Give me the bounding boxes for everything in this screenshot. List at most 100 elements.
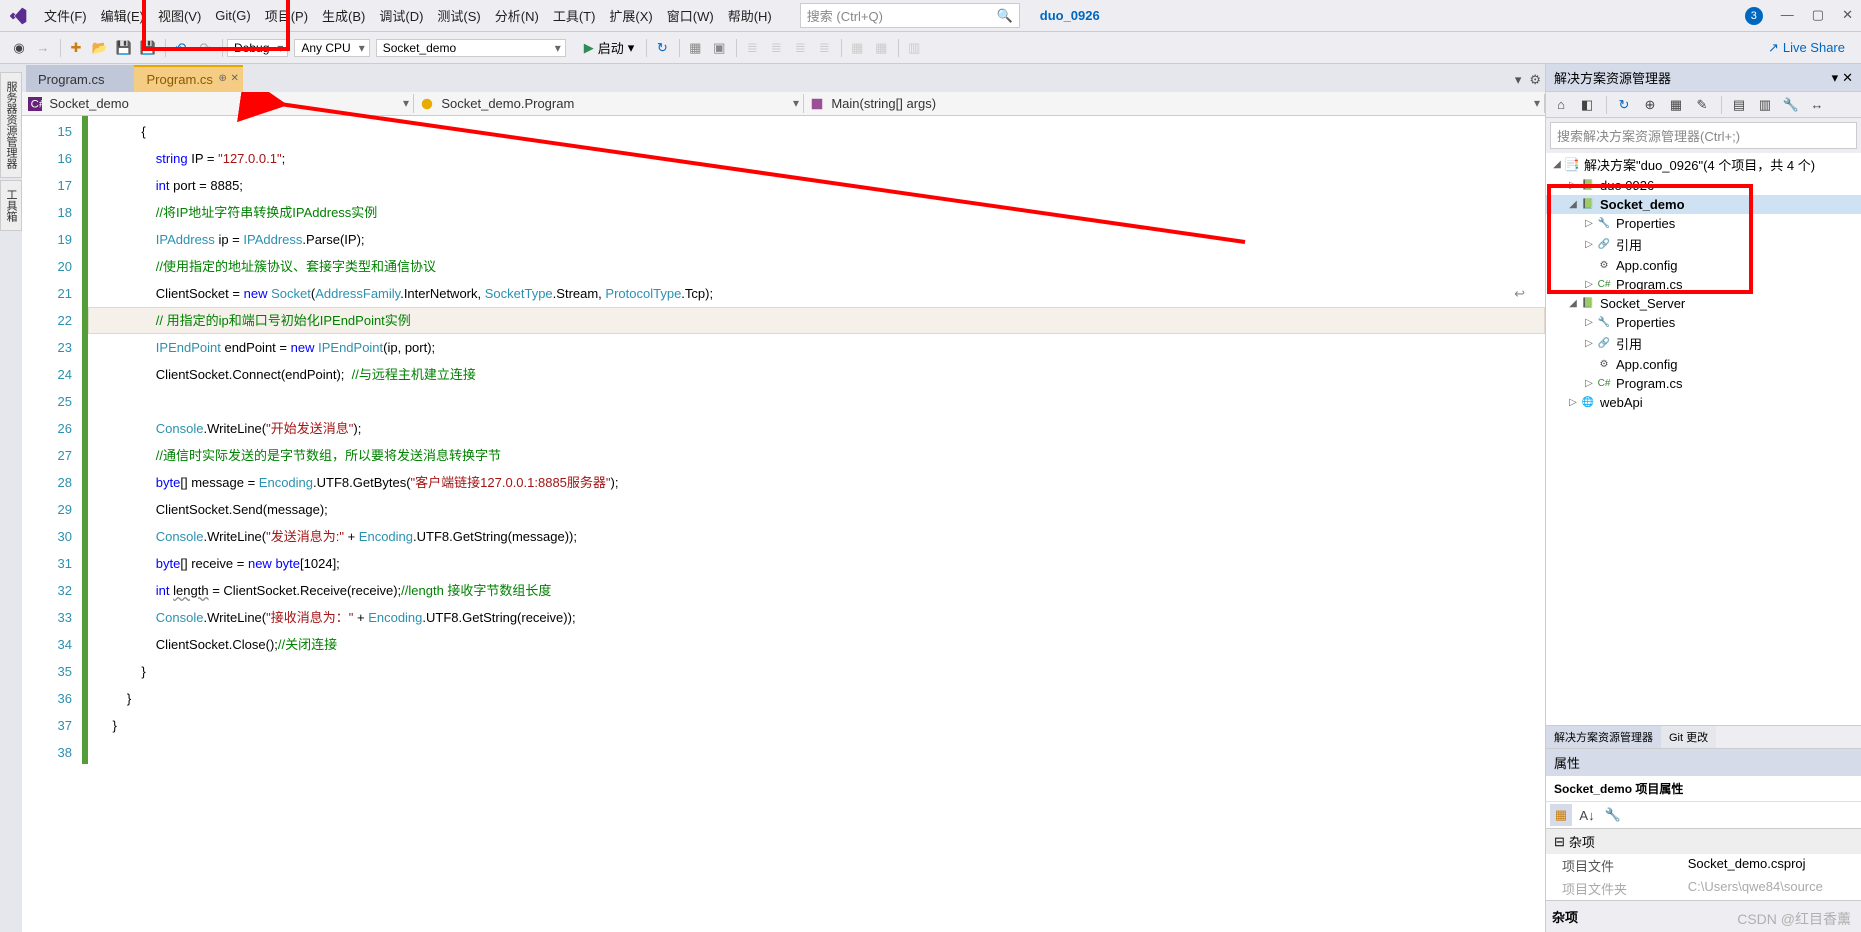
config-combo[interactable]: Debug: [227, 39, 288, 57]
tree-item[interactable]: ▷C#Program.cs: [1546, 275, 1861, 294]
tabs-settings-button[interactable]: ⚙: [1525, 68, 1545, 92]
menu-project[interactable]: 项目(P): [259, 4, 314, 27]
expand-icon[interactable]: ▷: [1582, 338, 1596, 349]
save-all-button[interactable]: 💾: [137, 37, 159, 59]
file-tab-inactive[interactable]: Program.cs: [26, 65, 134, 92]
menu-build[interactable]: 生成(B): [316, 4, 371, 27]
menu-debug[interactable]: 调试(D): [373, 4, 429, 27]
search-box[interactable]: 搜索 (Ctrl+Q) 🔍: [800, 3, 1020, 28]
tree-item[interactable]: ◢📗Socket_Server: [1546, 294, 1861, 313]
maximize-button[interactable]: ▢: [1812, 7, 1824, 25]
expand-icon[interactable]: ▷: [1566, 180, 1580, 191]
user-badge[interactable]: duo_0926: [1040, 8, 1100, 23]
tree-item[interactable]: ◢📗Socket_demo: [1546, 195, 1861, 214]
props-categorized-icon[interactable]: ▦: [1550, 804, 1572, 826]
menu-test[interactable]: 测试(S): [431, 4, 486, 27]
property-row[interactable]: 项目文件夹 C:\Users\qwe84\source: [1546, 877, 1861, 900]
tree-item[interactable]: ▷🔧Properties: [1546, 313, 1861, 332]
tree-item[interactable]: ▷🌐webApi: [1546, 393, 1861, 412]
undo-button[interactable]: ↶: [170, 37, 192, 59]
tree-item[interactable]: ⚙App.config: [1546, 256, 1861, 275]
menu-analyze[interactable]: 分析(N): [489, 4, 545, 27]
platform-combo[interactable]: Any CPU: [294, 39, 369, 57]
open-button[interactable]: 📂: [89, 37, 111, 59]
nav-fwd-button[interactable]: →: [32, 37, 54, 59]
props-alpha-icon[interactable]: A↓: [1576, 804, 1598, 826]
start-debug-button[interactable]: ▶启动 ▾: [576, 37, 643, 58]
solution-tree[interactable]: ◢ 📑 解决方案"duo_0926"(4 个项目，共 4 个) ▷📗duo 09…: [1546, 153, 1861, 725]
properties-grid[interactable]: ⊟ 杂项 项目文件 Socket_demo.csproj 项目文件夹 C:\Us…: [1546, 829, 1861, 900]
tb-icon-5[interactable]: ≣: [789, 37, 811, 59]
tree-item[interactable]: ▷🔗引用: [1546, 233, 1861, 256]
tab-solution-explorer[interactable]: 解决方案资源管理器: [1546, 726, 1661, 748]
properties-category[interactable]: ⊟ 杂项: [1546, 829, 1861, 854]
se-icon-7[interactable]: ▥: [1754, 94, 1776, 116]
menu-view[interactable]: 视图(V): [152, 4, 207, 27]
close-button[interactable]: ✕: [1842, 7, 1853, 25]
expand-icon[interactable]: ◢: [1550, 159, 1564, 170]
expand-icon[interactable]: ▷: [1582, 378, 1596, 389]
se-icon-2[interactable]: ↻: [1613, 94, 1635, 116]
tb-icon-7[interactable]: ▦: [846, 37, 868, 59]
expand-icon[interactable]: ▷: [1582, 239, 1596, 250]
live-share-button[interactable]: ↗ Live Share: [1768, 40, 1853, 56]
menu-help[interactable]: 帮助(H): [722, 4, 778, 27]
startup-project-combo[interactable]: Socket_demo: [376, 39, 566, 57]
menu-extensions[interactable]: 扩展(X): [603, 4, 658, 27]
solution-root[interactable]: ◢ 📑 解决方案"duo_0926"(4 个项目，共 4 个): [1546, 153, 1861, 176]
server-explorer-tab[interactable]: 服务器资源管理器: [0, 72, 22, 178]
expand-icon[interactable]: ▷: [1566, 397, 1580, 408]
tree-item[interactable]: ▷C#Program.cs: [1546, 374, 1861, 393]
expand-icon[interactable]: ◢: [1566, 298, 1580, 309]
se-icon-4[interactable]: ▦: [1665, 94, 1687, 116]
close-tab-icon[interactable]: ✕: [231, 73, 239, 84]
home-icon[interactable]: ⌂: [1550, 94, 1572, 116]
menu-git[interactable]: Git(G): [209, 6, 256, 25]
wrench-icon[interactable]: 🔧: [1780, 94, 1802, 116]
expand-icon[interactable]: ▷: [1582, 279, 1596, 290]
tb-icon-9[interactable]: ▥: [903, 37, 925, 59]
new-project-button[interactable]: ✚: [65, 37, 87, 59]
tab-git-changes[interactable]: Git 更改: [1661, 726, 1716, 748]
tb-icon-6[interactable]: ≣: [813, 37, 835, 59]
se-icon-3[interactable]: ⊕: [1639, 94, 1661, 116]
tree-item[interactable]: ▷🔗引用: [1546, 332, 1861, 355]
property-row[interactable]: 项目文件 Socket_demo.csproj: [1546, 854, 1861, 877]
se-icon-8[interactable]: ↔: [1806, 94, 1828, 116]
refresh-button[interactable]: ↻: [651, 37, 673, 59]
expand-icon[interactable]: ▷: [1582, 218, 1596, 229]
solution-search[interactable]: 搜索解决方案资源管理器(Ctrl+;): [1550, 122, 1857, 149]
tree-item[interactable]: ▷🔧Properties: [1546, 214, 1861, 233]
menu-edit[interactable]: 编辑(E): [95, 4, 150, 27]
menu-tools[interactable]: 工具(T): [547, 4, 602, 27]
redo-button[interactable]: ↷: [194, 37, 216, 59]
panel-close-icon[interactable]: ✕: [1842, 70, 1853, 86]
menu-file[interactable]: 文件(F): [38, 4, 93, 27]
tb-icon-1[interactable]: ▦: [684, 37, 706, 59]
nav-back-button[interactable]: ◉: [8, 37, 30, 59]
se-icon-6[interactable]: ▤: [1728, 94, 1750, 116]
expand-icon[interactable]: ◢: [1566, 199, 1580, 210]
pin-icon[interactable]: ⊕: [219, 73, 227, 84]
tb-icon-4[interactable]: ≣: [765, 37, 787, 59]
menu-window[interactable]: 窗口(W): [661, 4, 720, 27]
expand-icon[interactable]: [1582, 359, 1596, 370]
toolbox-tab[interactable]: 工具箱: [0, 180, 22, 231]
tb-icon-3[interactable]: ≣: [741, 37, 763, 59]
expand-icon[interactable]: ▷: [1582, 317, 1596, 328]
tb-icon-2[interactable]: ▣: [708, 37, 730, 59]
tree-item[interactable]: ⚙App.config: [1546, 355, 1861, 374]
se-icon-5[interactable]: ✎: [1691, 94, 1713, 116]
file-tab-active[interactable]: Program.cs ⊕ ✕: [134, 65, 242, 92]
notification-badge[interactable]: 3: [1745, 7, 1763, 25]
se-icon-1[interactable]: ◧: [1576, 94, 1598, 116]
minimize-button[interactable]: ―: [1781, 7, 1794, 25]
tree-item[interactable]: ▷📗duo 0926: [1546, 176, 1861, 195]
tabs-dropdown-button[interactable]: ▾: [1511, 68, 1526, 92]
save-button[interactable]: 💾: [113, 37, 135, 59]
props-wrench-icon[interactable]: 🔧: [1602, 804, 1624, 826]
tb-icon-8[interactable]: ▦: [870, 37, 892, 59]
collapse-icon[interactable]: ⊟: [1554, 834, 1565, 850]
panel-dropdown-icon[interactable]: ▾: [1832, 70, 1839, 86]
expand-icon[interactable]: [1582, 260, 1596, 271]
